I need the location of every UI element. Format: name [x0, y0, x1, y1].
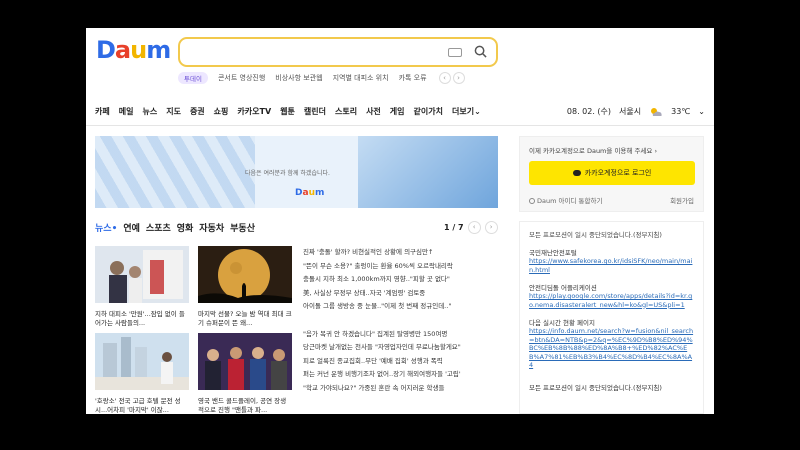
- trending-issues-bar: 투데이 콘서트 영상진행 비상사항 보관웹 지역별 대피소 위치 카톡 오류 ‹…: [178, 71, 465, 85]
- news-thumbnail: [95, 333, 189, 390]
- daum-logo[interactable]: Daum: [96, 36, 171, 64]
- ad-banner[interactable]: 다음은 여러분과 함께 하겠습니다. Daum: [95, 136, 498, 208]
- nav-item-story[interactable]: 스토리: [335, 106, 357, 117]
- headline-link[interactable]: 당근마켓 날개없는 천사들 "자영업자인데 무료나눔할게요": [303, 341, 503, 355]
- notice-link[interactable]: https://info.daum.net/search?w=fusion&ni…: [529, 327, 694, 370]
- headline-spacer: [303, 314, 503, 328]
- banner-text: 다음은 여러분과 함께 하겠습니다.: [245, 170, 330, 177]
- page-indicator: 1 / 7: [444, 223, 464, 232]
- notice-footer: 모든 프로모션이 일시 중단되었습니다.(정부지침): [529, 383, 662, 392]
- login-notice-text: 이제 카카오계정으로 Daum을 이용해 주세요: [529, 147, 653, 155]
- nav-item-kakaotv[interactable]: 카카오TV: [237, 106, 271, 117]
- nav-item-cafe[interactable]: 카페: [95, 106, 110, 117]
- card-caption: 영국 밴드 콜드플레이, 공연 장생적으로 진행 "맨틀과 파...: [198, 397, 287, 414]
- headline-link[interactable]: 美, 사실상 무정부 상태..자국 '계엄령' 검토중: [303, 287, 503, 301]
- nav-item-mail[interactable]: 메일: [119, 106, 134, 117]
- nav-item-calendar[interactable]: 캘린더: [304, 106, 326, 117]
- notice-link[interactable]: https://www.safekorea.go.kr/idsiSFK/neo/…: [529, 257, 694, 274]
- tab-entertainment[interactable]: 연예: [123, 221, 140, 234]
- city-label[interactable]: 서울시: [619, 106, 641, 117]
- search-input[interactable]: [178, 37, 498, 67]
- chevron-down-icon[interactable]: ⌄: [698, 107, 705, 116]
- headline-link[interactable]: 진짜 '충돌' 할까? 비현실적인 상황에 의구심만↑: [303, 246, 503, 260]
- chevron-right-icon[interactable]: ›: [484, 221, 498, 234]
- nav-item-game[interactable]: 게임: [390, 106, 405, 117]
- issue-link[interactable]: 지역별 대피소 위치: [333, 73, 389, 83]
- nav-item-more[interactable]: 더보기⌄: [452, 106, 481, 117]
- tab-sports[interactable]: 스포츠: [146, 221, 171, 234]
- notice-header: 모든 프로모션이 일시 중단되었습니다.(정부지침): [529, 231, 662, 239]
- tab-car[interactable]: 자동차: [199, 221, 224, 234]
- card-caption: 지하 대피소 '만원'...잠입 없이 들어가는 사람들의...: [95, 310, 185, 327]
- issue-link[interactable]: 콘서트 영상진행: [218, 73, 265, 83]
- headline-list: 진짜 '충돌' 할까? 비현실적인 상황에 의구심만↑ "뜬이 무슨 소용?" …: [303, 246, 503, 396]
- browser-page: Daum 투데이 콘서트 영상진행 비상사항 보관웹 지역별 대피소 위치 카톡…: [86, 28, 714, 414]
- news-card[interactable]: '호랑소' 전국 고급 호텔 문전 성시...어차피 '마지막' 이잖...: [95, 333, 189, 414]
- chevron-down-icon: ⌄: [474, 107, 481, 116]
- tab-news[interactable]: 뉴스•: [95, 221, 117, 234]
- notice-title: 국민재난안전포털: [529, 249, 577, 257]
- card-caption: '호랑소' 전국 고급 호텔 문전 성시...어차피 '마지막' 이잖...: [95, 397, 181, 414]
- temperature-label: 33℃: [671, 107, 691, 116]
- kakao-login-label: 카카오계정으로 로그인: [584, 169, 652, 177]
- kakao-login-button[interactable]: 카카오계정으로 로그인: [529, 161, 695, 185]
- news-thumbnail: [198, 246, 292, 303]
- issue-link[interactable]: 카톡 오류: [399, 73, 427, 83]
- daum-id-link[interactable]: Daum 아이디 통합하기: [529, 197, 602, 205]
- clock-icon: [529, 198, 535, 204]
- nav-item-map[interactable]: 지도: [166, 106, 181, 117]
- login-notice[interactable]: 이제 카카오계정으로 Daum을 이용해 주세요 ›: [529, 145, 657, 155]
- signup-link[interactable]: 회원가입: [670, 195, 694, 205]
- keyboard-icon[interactable]: [448, 48, 462, 57]
- nav-item-shopping[interactable]: 쇼핑: [214, 106, 229, 117]
- headline-link[interactable]: 충돌시 지하 최소 1,000km까지 영향.."피할 곳 없다": [303, 273, 503, 287]
- news-thumbnail: [95, 246, 189, 303]
- today-badge[interactable]: 투데이: [178, 72, 208, 84]
- news-tabs: 뉴스• 연예 스포츠 영화 자동차 부동산: [95, 221, 255, 234]
- notice-link[interactable]: https://play.google.com/store/apps/detai…: [529, 292, 694, 309]
- headline-link[interactable]: "뜬이 무슨 소용?" 출렁이는 환율 60%씩 오르락내리락: [303, 260, 503, 274]
- chevron-right-icon[interactable]: ›: [452, 72, 465, 84]
- headline-link[interactable]: 아이돌 그룹 생방송 중 눈물.."이제 첫 번째 정규인데..": [303, 300, 503, 314]
- tab-realestate[interactable]: 부동산: [230, 221, 255, 234]
- login-box: 이제 카카오계정으로 Daum을 이용해 주세요 › 카카오계정으로 로그인 D…: [519, 136, 704, 212]
- news-thumbnail: [198, 333, 292, 390]
- tab-movie[interactable]: 영화: [177, 221, 194, 234]
- headline-link[interactable]: "음가 복귀 안 하겠습니다" 집계된 탈영병만 150여명: [303, 328, 503, 342]
- speech-bubble-icon: [572, 170, 581, 176]
- news-card[interactable]: 영국 밴드 콜드플레이, 공연 장생적으로 진행 "맨틀과 파...: [198, 333, 292, 414]
- service-nav: 카페 메일 뉴스 지도 증권 쇼핑 카카오TV 웹툰 캘린더 스토리 사전 게임…: [86, 98, 714, 126]
- daum-id-label: Daum 아이디 통합하기: [537, 197, 603, 205]
- cloud-sun-icon: [651, 107, 662, 116]
- more-label: 더보기: [451, 107, 475, 116]
- nav-item-news[interactable]: 뉴스: [142, 106, 157, 117]
- headline-link[interactable]: 피로 얼룩진 종교집회..무단 '예배 집회' 성행과 폭력: [303, 355, 503, 369]
- news-card[interactable]: 마지막 선물? 오늘 밤 역대 최대 크기 슈퍼문이 뜬 왜...: [198, 246, 292, 328]
- tab-news-label: 뉴스: [95, 224, 112, 234]
- banner-logo: Daum: [295, 188, 325, 198]
- news-pager: 1 / 7 ‹ ›: [444, 221, 498, 234]
- notice-title: 안전디딤돌 어플리케이션: [529, 284, 597, 292]
- notice-title: 다음 실시간 현황 페이지: [529, 319, 595, 327]
- nav-item-webtoon[interactable]: 웹툰: [280, 106, 295, 117]
- chevron-right-icon: ›: [654, 147, 658, 155]
- chevron-left-icon[interactable]: ‹: [467, 221, 481, 234]
- search-icon[interactable]: [474, 45, 487, 58]
- headline-link[interactable]: 펴는 커넌 운행 비행기조차 없어..장기 해외여행자들 '고립': [303, 368, 503, 382]
- issue-link[interactable]: 비상사항 보관웹: [275, 73, 322, 83]
- notice-panel: 모든 프로모션이 일시 중단되었습니다.(정부지침) 국민재난안전포털 http…: [519, 221, 704, 414]
- nav-item-stock[interactable]: 증권: [190, 106, 205, 117]
- news-card[interactable]: 지하 대피소 '만원'...잠입 없이 들어가는 사람들의...: [95, 246, 189, 328]
- chevron-left-icon[interactable]: ‹: [438, 72, 451, 84]
- nav-item-dictionary[interactable]: 사전: [366, 106, 381, 117]
- nav-item-together[interactable]: 같이가치: [414, 106, 443, 117]
- date-label: 08. 02. (수): [566, 107, 612, 116]
- card-caption: 마지막 선물? 오늘 밤 역대 최대 크기 슈퍼문이 뜬 왜...: [198, 310, 292, 327]
- banner-graphic: [358, 136, 498, 208]
- headline-link[interactable]: "학교 가야되나요?" 가중된 혼란 속 어지러운 학생들: [303, 382, 503, 396]
- banner-graphic: [95, 136, 255, 208]
